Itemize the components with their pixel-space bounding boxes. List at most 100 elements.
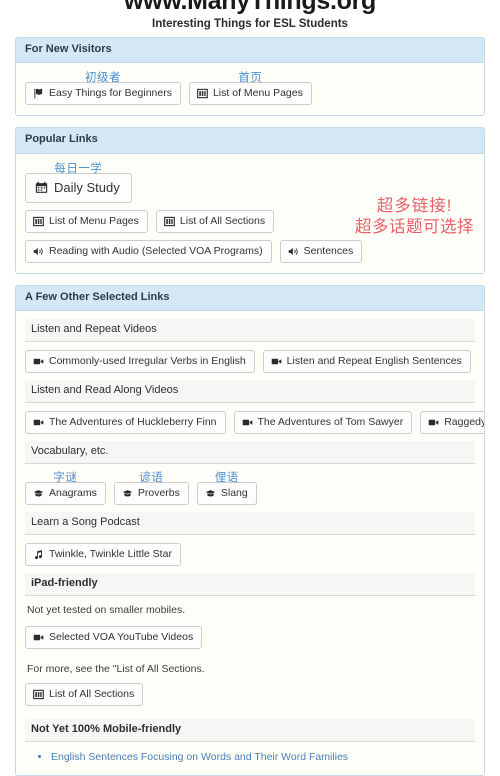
button-slang[interactable]: Slang xyxy=(196,481,257,505)
panel-other-selected-links: A Few Other Selected Links Listen and Re… xyxy=(15,285,485,776)
button-proverbs[interactable]: Proverbs xyxy=(113,481,189,505)
panel-heading-other-selected-links: A Few Other Selected Links xyxy=(16,286,484,312)
graduation-cap-icon xyxy=(33,488,44,499)
video-icon xyxy=(33,632,44,643)
button-label: The Adventures of Tom Sawyer xyxy=(257,415,404,428)
columns-icon xyxy=(33,689,44,700)
annotation-beginners: 初级者 xyxy=(84,72,121,85)
columns-icon xyxy=(33,216,44,227)
note-for-more-see-list: For more, see the "List of All Sections. xyxy=(27,663,205,676)
button-list-of-menu-pages[interactable]: List of Menu Pages xyxy=(188,82,312,106)
button-label: Anagrams xyxy=(49,486,97,499)
button-label: Twinkle, Twinkle Little Star xyxy=(49,547,172,560)
video-icon xyxy=(271,356,282,367)
button-twinkle-twinkle-little-star[interactable]: Twinkle, Twinkle Little Star xyxy=(25,542,181,566)
annotation-anagrams: 字谜 xyxy=(53,471,78,484)
button-group-daily-study: 每日一学 Daily Study xyxy=(25,163,132,203)
callout-many-links: 超多链接! 超多话题可选择 xyxy=(355,196,474,238)
button-group-slang: 俚语 Slang xyxy=(196,471,257,505)
callout-line-1: 超多链接! xyxy=(376,196,453,215)
masthead: www.ManyThings.org Interesting Things fo… xyxy=(15,0,485,37)
subsection-title-listen-read-along-videos: Listen and Read Along Videos xyxy=(25,380,475,403)
annotation-proverbs: 谚语 xyxy=(139,471,164,484)
video-icon xyxy=(428,417,439,428)
button-label: Selected VOA YouTube Videos xyxy=(49,631,194,644)
subsection-title-vocabulary: Vocabulary, etc. xyxy=(25,441,475,464)
columns-icon xyxy=(197,88,208,99)
site-subtitle: Interesting Things for ESL Students xyxy=(152,18,348,30)
link-word-families[interactable]: English Sentences Focusing on Words and … xyxy=(51,751,348,763)
button-raggedy-ann[interactable]: Raggedy Ann xyxy=(420,410,485,435)
panel-popular-links: Popular Links 超多链接! 超多话题可选择 每日一学 Daily S… xyxy=(15,127,485,275)
annotation-homepage: 首页 xyxy=(238,72,263,85)
panel-body-other-selected-links: Listen and Repeat Videos Commonly-used I… xyxy=(16,311,484,775)
button-irregular-verbs[interactable]: Commonly-used Irregular Verbs in English xyxy=(25,350,255,374)
button-label: List of Menu Pages xyxy=(212,87,303,100)
button-list-of-menu-pages[interactable]: List of Menu Pages xyxy=(25,209,148,233)
button-group-proverbs: 谚语 Proverbs xyxy=(113,471,189,505)
subsection-title-not-mobile-friendly: Not Yet 100% Mobile-friendly xyxy=(25,719,475,742)
button-label: Easy Things for Beginners xyxy=(49,87,172,100)
button-label: Sentences xyxy=(303,245,354,257)
annotation-slang: 俚语 xyxy=(214,471,239,484)
graduation-cap-icon xyxy=(205,488,216,499)
button-row-all-sections: List of All Sections xyxy=(25,683,475,707)
button-row-read-along: The Adventures of Huckleberry Finn The A… xyxy=(25,410,484,435)
button-row: 初级者 Easy Things for Beginners 首页 List of… xyxy=(25,72,475,106)
button-huckleberry-finn[interactable]: The Adventures of Huckleberry Finn xyxy=(25,410,226,435)
volume-icon xyxy=(288,246,299,257)
button-row-song: Twinkle, Twinkle Little Star xyxy=(25,542,475,566)
button-label: The Adventures of Huckleberry Finn xyxy=(49,415,217,428)
panel-body-popular-links: 超多链接! 超多话题可选择 每日一学 Daily Study List of M… xyxy=(16,154,484,274)
button-label: Commonly-used Irregular Verbs in English xyxy=(49,355,246,368)
button-row-listen-repeat: Commonly-used Irregular Verbs in English… xyxy=(25,350,475,374)
button-group-easy-things: 初级者 Easy Things for Beginners xyxy=(25,72,181,106)
button-label: Proverbs xyxy=(137,486,180,499)
flag-icon xyxy=(33,88,44,99)
button-sentences[interactable]: Sentences xyxy=(279,240,363,264)
page-root: www.ManyThings.org Interesting Things fo… xyxy=(0,0,500,776)
button-label: Daily Study xyxy=(54,179,120,195)
button-group-anagrams: 字谜 Anagrams xyxy=(25,472,106,505)
button-label: List of All Sections xyxy=(179,214,266,227)
volume-icon xyxy=(33,246,44,257)
button-label: Reading with Audio (Selected VOA Program… xyxy=(49,245,263,257)
video-icon xyxy=(242,417,253,428)
button-easy-things-for-beginners[interactable]: Easy Things for Beginners xyxy=(25,82,181,106)
subsection-title-learn-a-song-podcast: Learn a Song Podcast xyxy=(25,512,475,535)
music-note-icon xyxy=(33,549,44,560)
panel-for-new-visitors: For New Visitors 初级者 Easy Things for Beg… xyxy=(15,37,485,117)
panel-heading-popular-links: Popular Links xyxy=(16,128,484,154)
button-label: List of All Sections xyxy=(49,688,135,701)
button-tom-sawyer[interactable]: The Adventures of Tom Sawyer xyxy=(233,410,413,435)
video-icon xyxy=(33,417,44,428)
button-list-of-all-sections[interactable]: List of All Sections xyxy=(25,683,144,707)
button-listen-repeat-sentences[interactable]: Listen and Repeat English Sentences xyxy=(262,350,471,374)
button-selected-voa-youtube-videos[interactable]: Selected VOA YouTube Videos xyxy=(25,626,203,650)
calendar-icon xyxy=(35,181,48,194)
button-list-of-all-sections[interactable]: List of All Sections xyxy=(155,209,275,233)
columns-icon xyxy=(164,216,175,227)
button-group-menu-pages: 首页 List of Menu Pages xyxy=(188,72,312,106)
video-icon xyxy=(33,356,44,367)
graduation-cap-icon xyxy=(122,488,133,499)
button-row-vocabulary: 字谜 Anagrams 谚语 Proverbs 俚语 Slang xyxy=(25,472,475,505)
note-not-tested-mobiles: Not yet tested on smaller mobiles. xyxy=(27,603,186,616)
button-label: Slang xyxy=(220,486,248,499)
annotation-daily-study: 每日一学 xyxy=(54,162,103,175)
panel-heading-for-new-visitors: For New Visitors xyxy=(16,38,484,64)
callout-line-2: 超多话题可选择 xyxy=(355,217,474,236)
button-reading-with-audio[interactable]: Reading with Audio (Selected VOA Program… xyxy=(25,240,272,264)
link-list-not-mobile-friendly: English Sentences Focusing on Words and … xyxy=(25,750,475,764)
button-label: Raggedy Ann xyxy=(444,415,485,428)
subsection-title-ipad-friendly: iPad-friendly xyxy=(25,572,475,596)
button-row-voa-youtube: Selected VOA YouTube Videos xyxy=(25,626,475,650)
button-anagrams[interactable]: Anagrams xyxy=(25,481,106,505)
panel-body-for-new-visitors: 初级者 Easy Things for Beginners 首页 List of… xyxy=(16,63,484,115)
button-label: List of Menu Pages xyxy=(49,214,139,227)
subsection-title-listen-repeat-videos: Listen and Repeat Videos xyxy=(25,319,475,343)
list-item: English Sentences Focusing on Words and … xyxy=(51,750,475,764)
site-title: www.ManyThings.org xyxy=(123,0,376,15)
button-label: Listen and Repeat English Sentences xyxy=(286,355,462,368)
button-daily-study[interactable]: Daily Study xyxy=(25,172,132,203)
